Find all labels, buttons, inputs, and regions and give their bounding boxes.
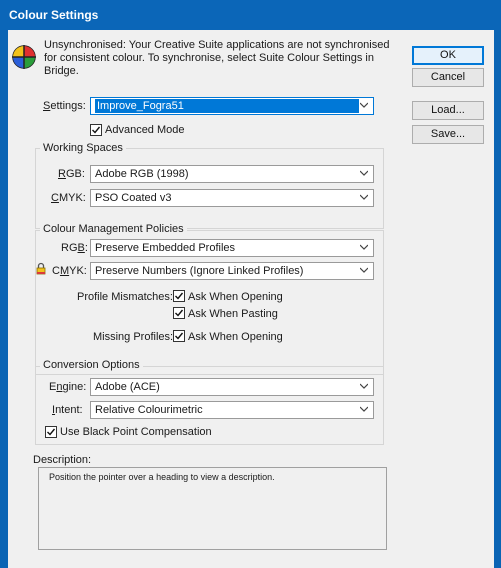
missing-profiles-label: Missing Profiles: [93, 331, 174, 343]
description-label: Description: [33, 454, 92, 466]
lock-icon [36, 262, 46, 275]
policy-rgb-select[interactable]: Preserve Embedded Profiles [90, 239, 374, 257]
sync-message: Unsynchronised: Your Creative Suite appl… [44, 39, 390, 77]
black-point-checkbox[interactable] [45, 426, 57, 438]
ok-button[interactable]: OK [412, 46, 484, 65]
chevron-down-icon [360, 194, 368, 200]
load-button[interactable]: Load... [412, 101, 484, 120]
ws-cmyk-value: PSO Coated v3 [95, 192, 172, 204]
working-spaces-title: Working Spaces [40, 142, 126, 154]
ask-when-pasting-label: Ask When Pasting [188, 308, 278, 320]
window-title: Colour Settings [9, 8, 99, 22]
chevron-down-icon [360, 383, 368, 389]
intent-label: Intent: [52, 404, 83, 416]
cancel-button[interactable]: Cancel [412, 68, 484, 87]
colour-sync-warning-icon [12, 45, 36, 69]
policy-rgb-label: RGB: [61, 242, 88, 254]
engine-value: Adobe (ACE) [95, 381, 160, 393]
advanced-mode-label: Advanced Mode [105, 124, 185, 136]
policy-cmyk-label: CMYK: [52, 265, 87, 277]
policy-rgb-value: Preserve Embedded Profiles [95, 242, 236, 254]
ask-when-opening-checkbox[interactable] [173, 290, 185, 302]
intent-value: Relative Colourimetric [95, 404, 203, 416]
missing-ask-when-opening-checkbox[interactable] [173, 330, 185, 342]
intent-select[interactable]: Relative Colourimetric [90, 401, 374, 419]
ws-rgb-select[interactable]: Adobe RGB (1998) [90, 165, 374, 183]
settings-value: Improve_Fogra51 [95, 99, 359, 113]
dialog-body: Unsynchronised: Your Creative Suite appl… [8, 30, 494, 568]
policy-cmyk-select[interactable]: Preserve Numbers (Ignore Linked Profiles… [90, 262, 374, 280]
policies-title: Colour Management Policies [40, 223, 187, 235]
black-point-label: Use Black Point Compensation [60, 426, 212, 438]
ws-cmyk-select[interactable]: PSO Coated v3 [90, 189, 374, 207]
chevron-down-icon [360, 170, 368, 176]
ask-when-pasting-checkbox[interactable] [173, 307, 185, 319]
policy-cmyk-value: Preserve Numbers (Ignore Linked Profiles… [95, 265, 304, 277]
chevron-down-icon [360, 102, 368, 108]
engine-select[interactable]: Adobe (ACE) [90, 378, 374, 396]
conversion-title: Conversion Options [40, 359, 143, 371]
ws-cmyk-label: CMYK: [51, 192, 86, 204]
missing-ask-when-opening-label: Ask When Opening [188, 331, 283, 343]
advanced-mode-checkbox[interactable] [90, 124, 102, 136]
ws-rgb-value: Adobe RGB (1998) [95, 168, 189, 180]
engine-label: Engine: [49, 381, 87, 393]
description-text: Position the pointer over a heading to v… [49, 472, 275, 482]
chevron-down-icon [360, 244, 368, 250]
chevron-down-icon [360, 406, 368, 412]
ask-when-opening-label: Ask When Opening [188, 291, 283, 303]
description-box: Position the pointer over a heading to v… [38, 467, 387, 550]
chevron-down-icon [360, 267, 368, 273]
settings-label: Settings: [43, 100, 86, 112]
profile-mismatches-label: Profile Mismatches: [77, 291, 173, 303]
settings-select[interactable]: Improve_Fogra51 [90, 97, 374, 115]
title-bar[interactable]: Colour Settings [0, 0, 501, 30]
save-button[interactable]: Save... [412, 125, 484, 144]
ws-rgb-label: RGB: [58, 168, 85, 180]
